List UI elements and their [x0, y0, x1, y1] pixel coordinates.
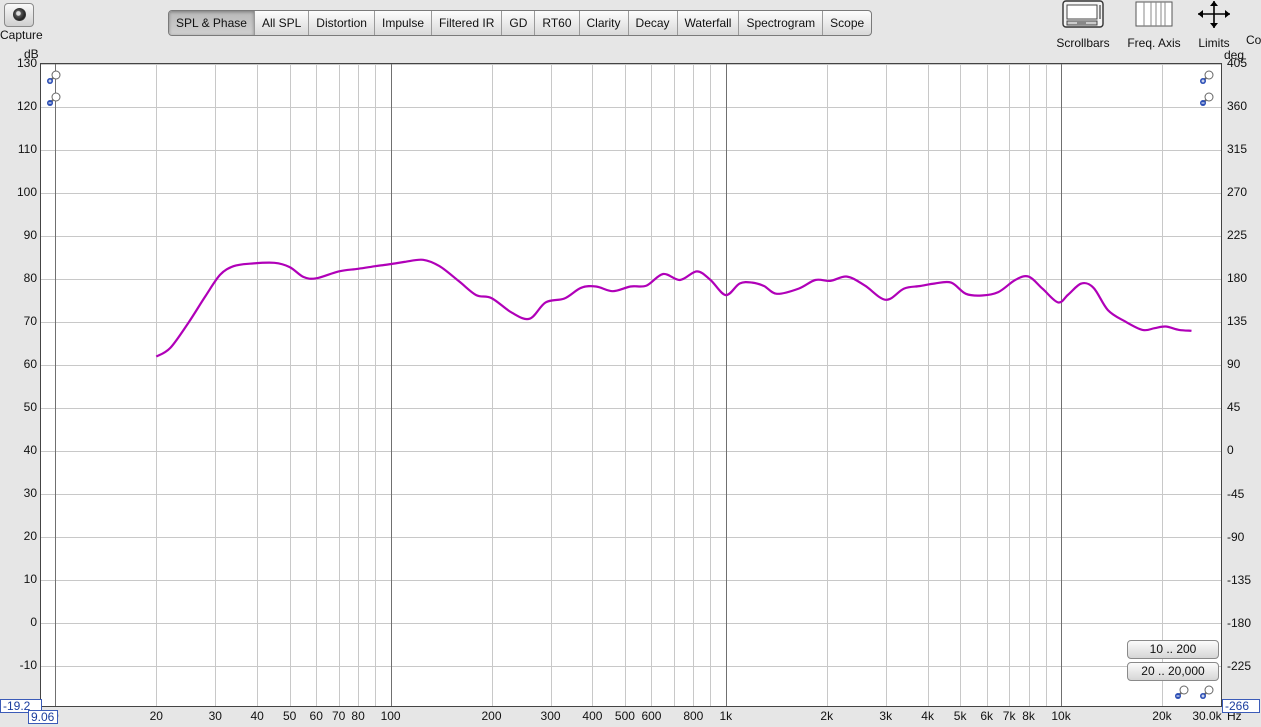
- tab-impulse[interactable]: Impulse: [375, 11, 433, 35]
- x-tick-label: 2k: [820, 709, 834, 723]
- x-tick-label: 8k: [1022, 709, 1035, 723]
- x-tick-label: 100: [380, 709, 401, 723]
- tab-clarity[interactable]: Clarity: [580, 11, 629, 35]
- freq-axis-icon: [1135, 1, 1173, 27]
- y2-tick-label: 90: [1227, 357, 1241, 372]
- range-20-20000-button[interactable]: 20 .. 20,000: [1127, 662, 1219, 681]
- x-tick-label: 300: [540, 709, 561, 723]
- tab-decay[interactable]: Decay: [629, 11, 678, 35]
- limits-tool[interactable]: Limits: [1192, 0, 1236, 50]
- x-tick-label: 50: [282, 709, 297, 723]
- y-tick-label: 30: [23, 486, 37, 501]
- y-tick-label: 130: [16, 56, 37, 70]
- tab-spectrogram[interactable]: Spectrogram: [739, 11, 824, 35]
- y2-tick-label: 0: [1227, 443, 1234, 458]
- x-tick-label: 200: [481, 709, 502, 723]
- x-tick-label: 800: [683, 709, 704, 723]
- x-tick-label: 10k: [1051, 709, 1071, 723]
- x-tick-label: 20: [149, 709, 163, 723]
- y-tick-label: 60: [23, 357, 37, 372]
- x-tick-label: 20k: [1152, 709, 1172, 723]
- tab-all-spl[interactable]: All SPL: [255, 11, 310, 35]
- scrollbars-label: Scrollbars: [1056, 36, 1110, 50]
- spl-curve-0: [155, 258, 1192, 358]
- tab-spl-phase[interactable]: SPL & Phase: [169, 11, 255, 35]
- tab-scope[interactable]: Scope: [823, 11, 871, 35]
- y2-tick-label: 135: [1227, 314, 1248, 329]
- freq-axis-label: Freq. Axis: [1127, 36, 1181, 50]
- x-tick-label: 4k: [921, 709, 934, 723]
- limits-arrows-icon: [1198, 1, 1230, 28]
- y-tick-label: 50: [23, 400, 37, 415]
- x-tick-label: 40: [250, 709, 264, 723]
- x-tick-label: 30.0k: [1192, 709, 1222, 723]
- x-tick-label: 3k: [879, 709, 893, 723]
- zoom-in-x-icon[interactable]: [1199, 684, 1215, 700]
- tab-gd[interactable]: GD: [502, 11, 536, 35]
- y2-tick-label: 405: [1227, 56, 1248, 70]
- graph-tab-strip: SPL & Phase All SPL Distortion Impulse Filte…: [168, 10, 873, 36]
- y-tick-label: 70: [23, 314, 37, 329]
- spl-phase-plot[interactable]: [40, 63, 1222, 707]
- x-tick-label: 30: [208, 709, 222, 723]
- tab-rt60[interactable]: RT60: [535, 11, 580, 35]
- y-tick-label: 10: [23, 572, 37, 587]
- zoom-out-left-icon[interactable]: [46, 91, 62, 107]
- zoom-in-left-icon[interactable]: [46, 69, 62, 85]
- zoom-out-right-icon[interactable]: [1199, 91, 1215, 107]
- y2-tick-label: 360: [1227, 99, 1248, 114]
- y-tick-label: 20: [23, 529, 37, 544]
- y2-tick-label: 270: [1227, 185, 1248, 200]
- x-tick-label: 600: [641, 709, 662, 723]
- y2-tick-label: 45: [1227, 400, 1241, 415]
- x-tick-label: 6k: [980, 709, 994, 723]
- tab-waterfall[interactable]: Waterfall: [678, 11, 740, 35]
- y2-tick-label: -45: [1227, 486, 1245, 501]
- zoom-out-x-icon[interactable]: [1174, 684, 1190, 700]
- y2-tick-label: -225: [1227, 658, 1252, 673]
- x-tick-label: 1k: [719, 709, 733, 723]
- capture-label: Capture: [0, 28, 43, 42]
- y2-tick-label: -135: [1227, 572, 1252, 587]
- y-tick-label: 40: [23, 443, 37, 458]
- camera-icon: [4, 3, 34, 27]
- spl-chart: [41, 64, 1221, 706]
- y-tick-label: 90: [23, 228, 37, 243]
- x-tick-label: 60: [309, 709, 323, 723]
- freq-axis-tool[interactable]: Freq. Axis: [1124, 0, 1184, 50]
- x-axis-min-value[interactable]: 9.06: [28, 710, 58, 724]
- y-tick-label: 100: [16, 185, 37, 200]
- x-tick-label: 5k: [953, 709, 967, 723]
- right-axis-min-value[interactable]: -266: [1222, 699, 1260, 713]
- y-tick-label: 110: [17, 142, 37, 157]
- x-tick-label: 400: [582, 709, 603, 723]
- y2-tick-label: 180: [1227, 271, 1248, 286]
- y2-tick-label: 315: [1227, 142, 1248, 157]
- tab-filtered-ir[interactable]: Filtered IR: [432, 11, 503, 35]
- x-tick-label: 7k: [1002, 709, 1016, 723]
- scrollbars-tool[interactable]: Scrollbars: [1056, 0, 1110, 50]
- x-tick-label: 70: [331, 709, 346, 723]
- range-10-200-button[interactable]: 10 .. 200: [1127, 640, 1219, 659]
- x-tick-label: 500: [614, 709, 635, 723]
- capture-button[interactable]: Capture: [0, 0, 44, 44]
- y2-tick-label: 225: [1227, 228, 1248, 243]
- y-tick-label: 0: [30, 615, 37, 630]
- y-tick-label: 80: [23, 271, 37, 286]
- controls-label: Co: [1246, 33, 1261, 47]
- zoom-in-right-icon[interactable]: [1199, 69, 1215, 85]
- controls-tool[interactable]: Co: [1246, 0, 1261, 47]
- y2-tick-label: -90: [1227, 529, 1245, 544]
- x-tick-label: 80: [351, 709, 365, 723]
- y2-tick-label: -180: [1227, 615, 1252, 630]
- tab-distortion[interactable]: Distortion: [309, 11, 375, 35]
- y-tick-label: -10: [19, 658, 37, 673]
- scrollbars-icon: [1062, 0, 1104, 28]
- y-tick-label: 120: [16, 99, 37, 114]
